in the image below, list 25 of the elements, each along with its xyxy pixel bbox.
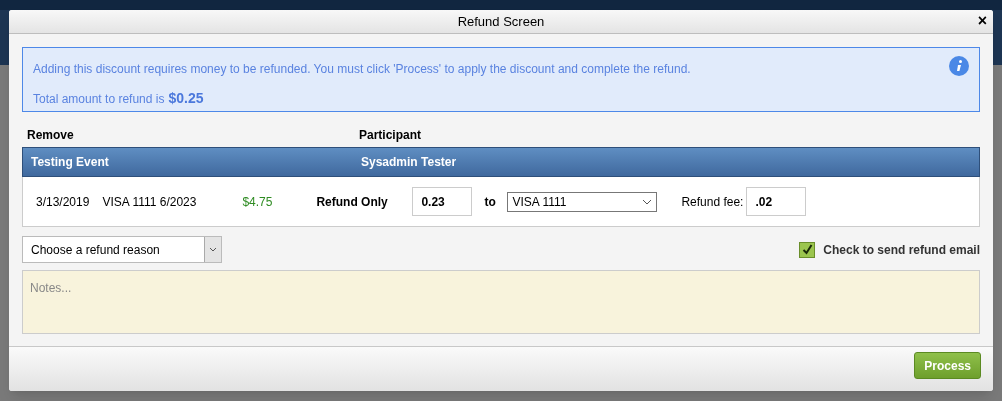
action-text: Refund Only <box>316 193 389 211</box>
card-text: VISA 1111 6/2023 <box>102 193 198 211</box>
fee-label: Refund fee: <box>681 193 744 211</box>
participant-name: Sysadmin Tester <box>361 154 457 171</box>
checkbox-label: Check to send refund email <box>823 241 980 259</box>
refund-fee-field[interactable]: .02 <box>746 187 807 216</box>
chevron-down-icon <box>642 198 653 205</box>
notice-message: Adding this discount requires money to be refunded. You must click 'Process' to apply the discount and complete the refund. <box>33 61 691 78</box>
info-icon <box>949 56 969 76</box>
event-name: Testing Event <box>31 154 110 171</box>
amount-text: $4.75 <box>242 193 274 211</box>
reason-dropdown[interactable]: Choose a refund reason <box>22 236 222 263</box>
chevron-down-icon <box>204 237 221 262</box>
to-label: to <box>484 193 497 211</box>
date-text: 3/13/2019 <box>36 193 90 211</box>
total-amount: $0.25 <box>168 89 204 108</box>
notes-field[interactable]: Notes... <box>22 270 980 334</box>
checkbox[interactable] <box>799 241 816 258</box>
refund-amount-field[interactable]: 0.23 <box>412 187 473 216</box>
column-header: Participant <box>359 127 421 144</box>
close-button[interactable]: × <box>977 13 987 29</box>
dialog-title: Refund Screen <box>457 12 545 31</box>
total-label: Total amount to refund is <box>33 91 165 108</box>
column-header: Remove <box>27 127 75 144</box>
destination-dropdown[interactable]: VISA 1111 <box>507 191 658 212</box>
